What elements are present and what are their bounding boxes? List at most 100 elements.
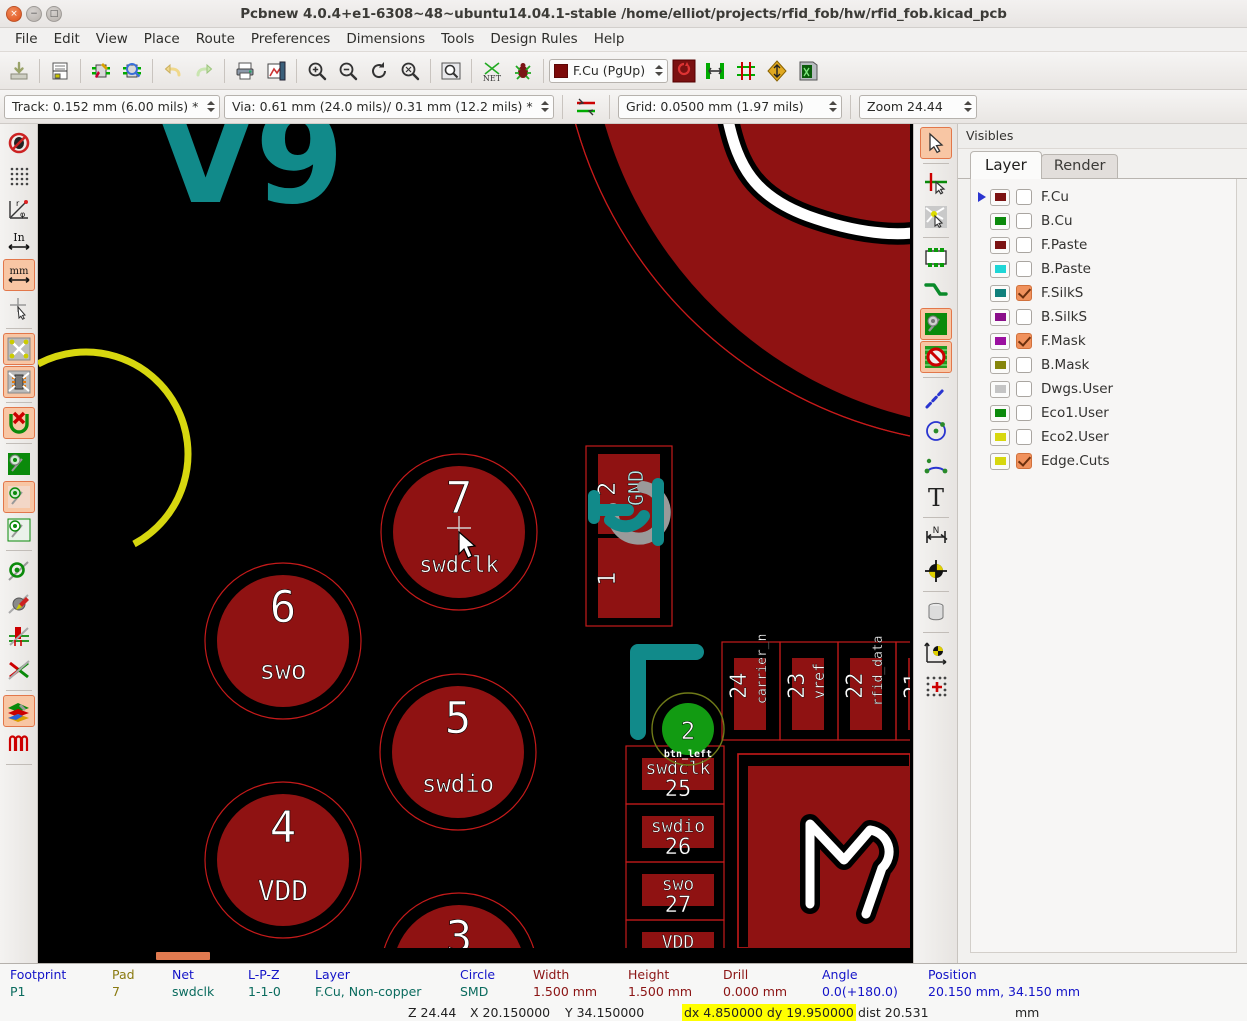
add-text-icon[interactable]: T [920, 481, 952, 513]
menu-preferences[interactable]: Preferences [243, 29, 338, 50]
layer-visibility-checkbox[interactable] [1016, 453, 1032, 469]
zoom-in-icon[interactable] [302, 56, 332, 86]
open-module-viewer-icon[interactable] [117, 56, 147, 86]
page-settings-icon[interactable] [45, 56, 75, 86]
hide-vias-icon[interactable] [3, 555, 35, 587]
print-board-icon[interactable] [230, 56, 260, 86]
undo-icon[interactable] [158, 56, 188, 86]
layer-color-swatch[interactable] [990, 188, 1010, 206]
layer-color-swatch[interactable] [990, 380, 1010, 398]
layer-visibility-checkbox[interactable] [1016, 405, 1032, 421]
layer-color-swatch[interactable] [990, 404, 1010, 422]
auto-delete-track-icon[interactable] [762, 56, 792, 86]
show-ratsnest-icon[interactable] [700, 56, 730, 86]
layer-visibility-checkbox[interactable] [1016, 213, 1032, 229]
units-mm-icon[interactable]: mm [2, 259, 35, 291]
layer-color-swatch[interactable] [990, 212, 1010, 230]
layer-color-swatch[interactable] [990, 428, 1010, 446]
tab-layer[interactable]: Layer [970, 151, 1042, 179]
show-tracks-sketch-icon[interactable] [3, 588, 35, 620]
add-circle-icon[interactable] [920, 415, 952, 447]
units-inch-icon[interactable]: In [3, 226, 35, 258]
drc-off-icon[interactable] [3, 127, 35, 159]
layer-visibility-checkbox[interactable] [1016, 189, 1032, 205]
canvas-horizontal-scrollbar[interactable] [38, 949, 913, 963]
zoom-out-icon[interactable] [333, 56, 363, 86]
menu-route[interactable]: Route [188, 29, 243, 50]
menu-place[interactable]: Place [136, 29, 188, 50]
layer-color-swatch[interactable] [990, 308, 1010, 326]
menu-design-rules[interactable]: Design Rules [482, 29, 585, 50]
netlist-icon[interactable]: NET [477, 56, 507, 86]
highlight-net-icon[interactable] [920, 168, 952, 200]
delete-icon[interactable] [920, 596, 952, 628]
pcb-canvas[interactable]: V9 7 swdclk 6 swo 5 swdio 4 VDD 3 2 GND … [38, 124, 913, 949]
save-board-icon[interactable] [4, 56, 34, 86]
layer-row-b-mask[interactable]: B.Mask [971, 353, 1236, 377]
layer-visibility-checkbox[interactable] [1016, 285, 1032, 301]
layer-color-swatch[interactable] [990, 284, 1010, 302]
plot-icon[interactable] [261, 56, 291, 86]
layer-visibility-checkbox[interactable] [1016, 333, 1032, 349]
layer-row-b-cu[interactable]: B.Cu [971, 209, 1236, 233]
layer-visibility-checkbox[interactable] [1016, 357, 1032, 373]
add-arc-icon[interactable] [920, 448, 952, 480]
active-layer-select[interactable]: F.Cu (PgUp) [549, 58, 669, 83]
show-zones-icon[interactable] [3, 448, 35, 480]
layer-visibility-checkbox[interactable] [1016, 237, 1032, 253]
local-ratsnest-icon[interactable] [920, 201, 952, 233]
show-module-ratsnest-icon[interactable] [2, 366, 35, 398]
menu-file[interactable]: File [7, 29, 46, 50]
zoom-fit-icon[interactable] [395, 56, 425, 86]
layer-row-eco1-user[interactable]: Eco1.User [971, 401, 1236, 425]
show-module-ratsnest-icon[interactable] [731, 56, 761, 86]
layer-color-swatch[interactable] [990, 260, 1010, 278]
layer-visibility-checkbox[interactable] [1016, 381, 1032, 397]
redo-icon[interactable] [189, 56, 219, 86]
add-target-icon[interactable] [920, 555, 952, 587]
select-tool-icon[interactable] [919, 127, 952, 159]
layer-row-f-mask[interactable]: F.Mask [971, 329, 1236, 353]
add-track-icon[interactable] [920, 275, 952, 307]
show-ratsnest-icon[interactable] [2, 333, 35, 365]
show-pads-sketch-icon[interactable] [3, 621, 35, 653]
layer-color-swatch[interactable] [990, 452, 1010, 470]
menu-tools[interactable]: Tools [433, 29, 482, 50]
layer-row-b-silks[interactable]: B.SilkS [971, 305, 1236, 329]
zoom-redraw-icon[interactable] [364, 56, 394, 86]
layer-row-eco2-user[interactable]: Eco2.User [971, 425, 1236, 449]
layer-color-swatch[interactable] [990, 356, 1010, 374]
close-window-button[interactable]: × [6, 5, 22, 22]
grid-select[interactable]: Grid: 0.0500 mm (1.97 mils) [618, 94, 842, 119]
find-icon[interactable] [436, 56, 466, 86]
menu-view[interactable]: View [88, 29, 136, 50]
via-size-select[interactable]: Via: 0.61 mm (24.0 mils)/ 0.31 mm (12.2 … [224, 94, 554, 119]
menu-help[interactable]: Help [586, 29, 633, 50]
menu-edit[interactable]: Edit [46, 29, 88, 50]
menu-dimensions[interactable]: Dimensions [338, 29, 433, 50]
track-width-spinner[interactable] [204, 97, 217, 117]
layer-row-f-silks[interactable]: F.SilkS [971, 281, 1236, 305]
active-layer-spinner[interactable] [652, 61, 665, 81]
layer-visibility-checkbox[interactable] [1016, 429, 1032, 445]
show-3d-viewer-icon[interactable] [793, 56, 823, 86]
canvas-scrollbar-thumb[interactable] [156, 952, 210, 960]
drc-icon[interactable] [508, 56, 538, 86]
minimize-window-button[interactable]: − [26, 5, 42, 22]
maximize-window-button[interactable]: □ [46, 5, 62, 22]
layer-row-f-paste[interactable]: F.Paste [971, 233, 1236, 257]
tab-render[interactable]: Render [1040, 154, 1119, 178]
grid-spinner[interactable] [826, 97, 839, 117]
polar-coords-icon[interactable]: rφ [3, 193, 35, 225]
high-contrast-mode-icon[interactable] [2, 695, 35, 727]
add-footprint-icon[interactable] [920, 242, 952, 274]
show-zones-outline-icon[interactable] [3, 514, 35, 546]
auto-delete-track-icon[interactable] [2, 407, 35, 439]
open-module-editor-icon[interactable] [86, 56, 116, 86]
add-dimension-icon[interactable]: N [920, 522, 952, 554]
layer-color-swatch[interactable] [990, 332, 1010, 350]
layer-row-dwgs-user[interactable]: Dwgs.User [971, 377, 1236, 401]
via-size-spinner[interactable] [538, 97, 551, 117]
add-keepout-zone-icon[interactable] [919, 341, 952, 373]
add-zone-icon[interactable] [919, 308, 952, 340]
